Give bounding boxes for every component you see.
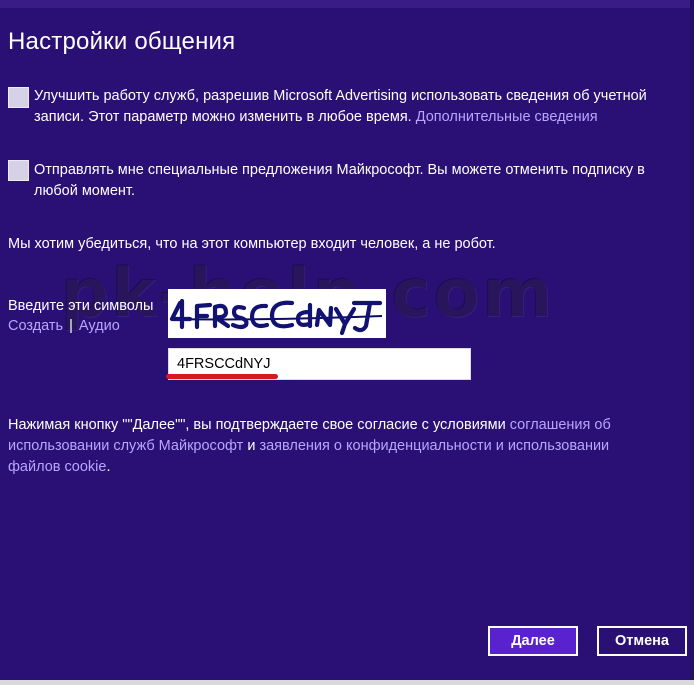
terms-end: . (106, 459, 111, 475)
captcha-label: Введите эти символы (8, 298, 154, 314)
advertising-checkbox[interactable] (8, 87, 29, 108)
captcha-glyphs (169, 298, 383, 336)
special-offers-option-text: Отправлять мне специальные предложения М… (34, 160, 674, 202)
terms-text: Нажимая кнопку ""Далее"", вы подтверждае… (8, 415, 648, 478)
red-annotation-underline (166, 374, 278, 379)
captcha-create-link[interactable]: Создать (8, 318, 63, 334)
window-right-edge (690, 0, 694, 685)
advertising-option-text: Улучшить работу служб, разрешив Microsof… (34, 86, 674, 128)
more-info-link[interactable]: Дополнительные сведения (416, 109, 598, 125)
terms-conjunction: и (247, 438, 256, 454)
captcha-links: Создать | Аудио (8, 316, 120, 336)
page-title: Настройки общения (8, 28, 236, 55)
window-top-strip (0, 0, 694, 8)
robot-check-text: Мы хотим убедиться, что на этот компьюте… (8, 236, 496, 252)
captcha-audio-link[interactable]: Аудио (79, 318, 120, 334)
captcha-image (168, 289, 386, 338)
captcha-input[interactable] (177, 354, 457, 374)
next-button[interactable]: Далее (488, 626, 578, 656)
terms-intro: Нажимая кнопку ""Далее"", вы подтверждае… (8, 417, 506, 433)
captcha-separator: | (69, 318, 73, 334)
cancel-button[interactable]: Отмена (597, 626, 687, 656)
window-bottom-strip (0, 680, 694, 685)
special-offers-checkbox[interactable] (8, 160, 29, 181)
special-offers-option-label: Отправлять мне специальные предложения М… (34, 162, 645, 199)
